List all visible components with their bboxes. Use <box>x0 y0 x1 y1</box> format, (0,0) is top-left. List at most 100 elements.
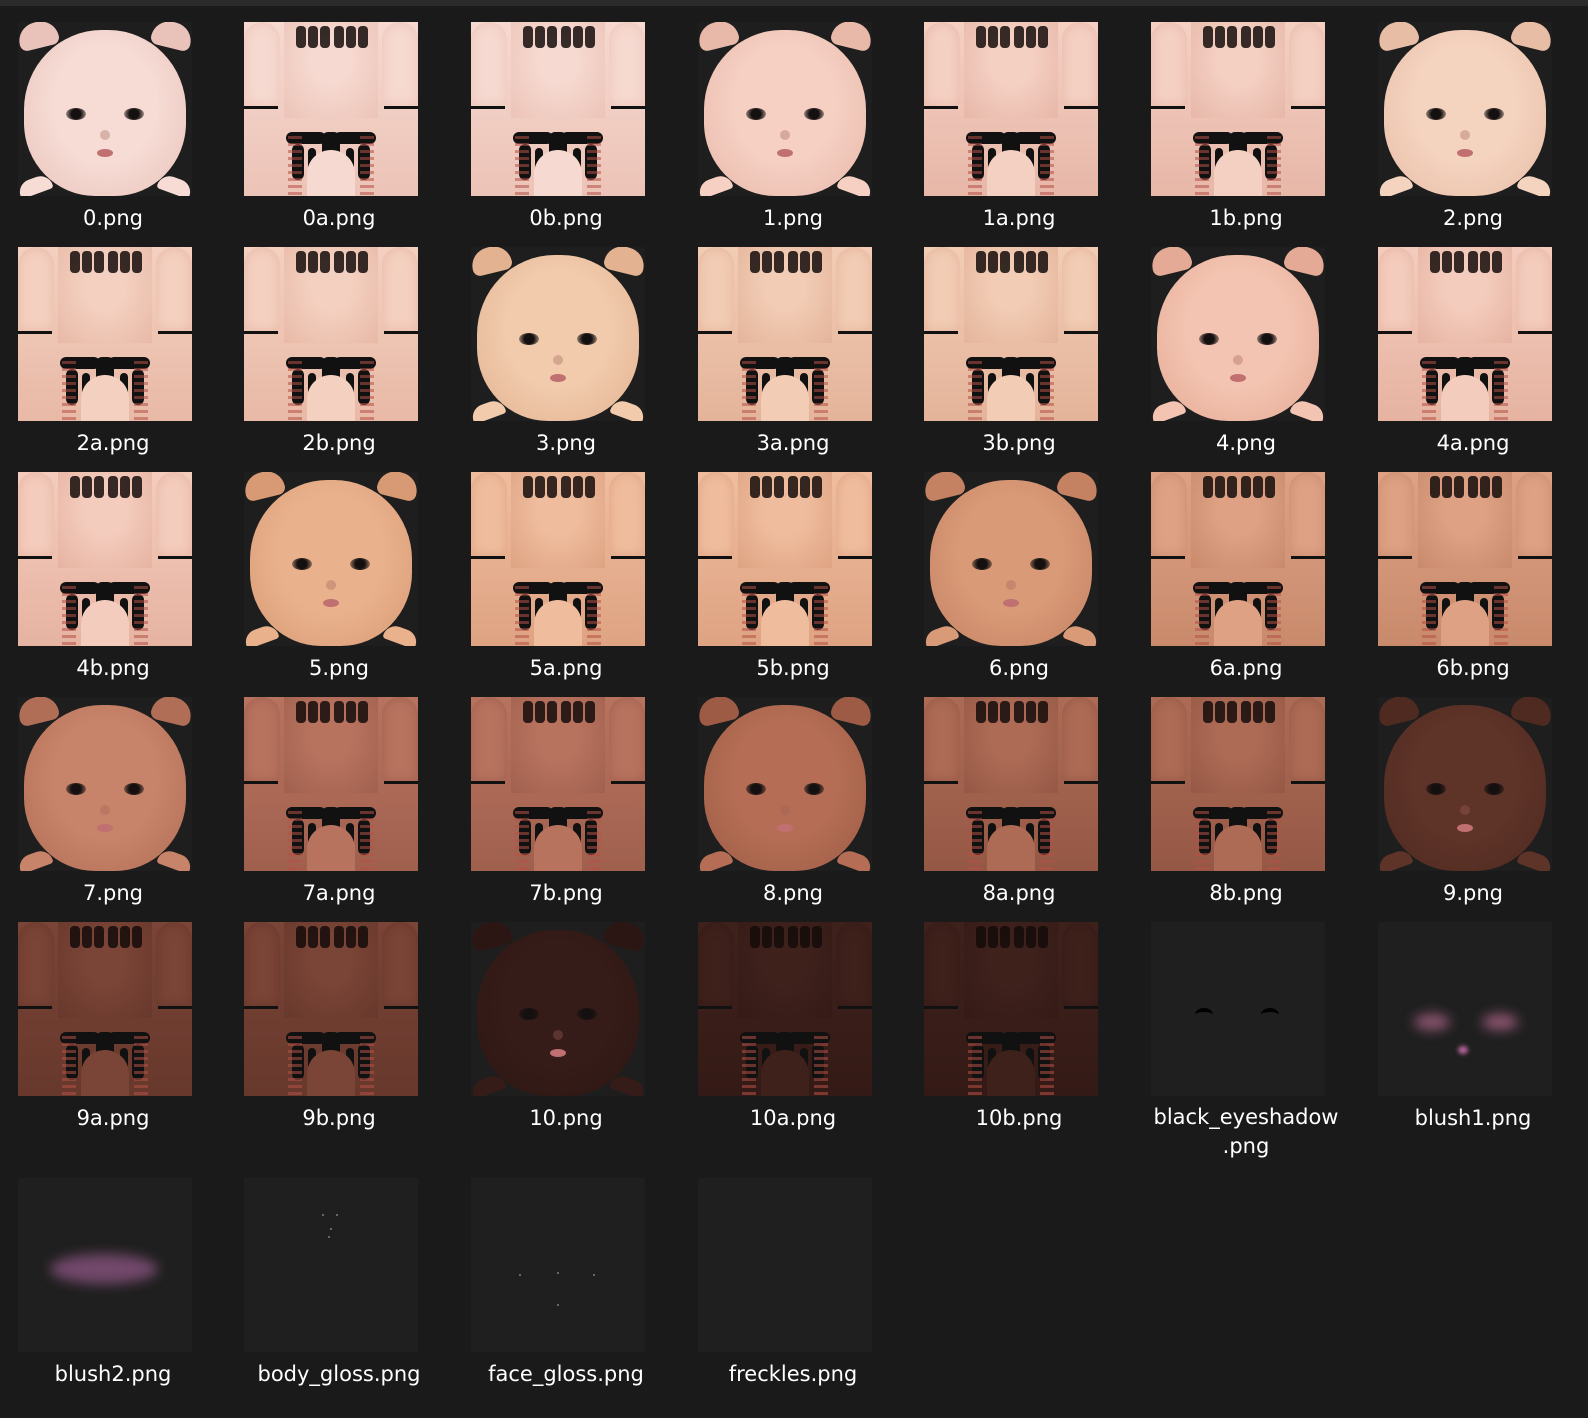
file-thumbnail[interactable] <box>18 472 192 646</box>
file-name[interactable]: 6b.png <box>1360 653 1586 683</box>
file-thumbnail[interactable] <box>924 247 1098 421</box>
file-thumbnail[interactable] <box>698 697 872 871</box>
file-item[interactable]: blush2.png <box>0 0 226 1418</box>
file-item[interactable]: 6.png <box>906 0 1132 1418</box>
file-name[interactable]: freckles.png <box>680 1359 906 1389</box>
file-item[interactable]: blush1.png <box>1360 0 1586 1418</box>
file-thumbnail[interactable] <box>1151 22 1325 196</box>
file-item[interactable]: 8.png <box>680 0 906 1418</box>
file-thumbnail[interactable] <box>471 1178 645 1352</box>
file-item[interactable]: 6a.png <box>1133 0 1359 1418</box>
file-name[interactable]: 5b.png <box>680 653 906 683</box>
file-thumbnail[interactable] <box>1151 472 1325 646</box>
file-name[interactable]: 10a.png <box>680 1103 906 1133</box>
file-thumbnail[interactable] <box>1378 22 1552 196</box>
file-item[interactable]: 7b.png <box>453 0 679 1418</box>
file-item[interactable]: 2b.png <box>226 0 452 1418</box>
file-thumbnail[interactable] <box>471 472 645 646</box>
file-name[interactable]: 4.png <box>1133 428 1359 458</box>
file-name[interactable]: 1a.png <box>906 203 1132 233</box>
file-thumbnail[interactable] <box>1378 472 1552 646</box>
file-thumbnail[interactable] <box>698 247 872 421</box>
file-thumbnail[interactable] <box>471 247 645 421</box>
file-thumbnail[interactable] <box>1378 247 1552 421</box>
file-item[interactable]: 8b.png <box>1133 0 1359 1418</box>
file-name[interactable]: 5a.png <box>453 653 679 683</box>
file-name[interactable]: 0a.png <box>226 203 452 233</box>
file-item[interactable]: 6b.png <box>1360 0 1586 1418</box>
file-thumbnail[interactable] <box>18 922 192 1096</box>
file-thumbnail[interactable] <box>698 922 872 1096</box>
file-thumbnail[interactable] <box>244 472 418 646</box>
file-name[interactable]: 3.png <box>453 428 679 458</box>
file-item[interactable]: freckles.png <box>680 0 906 1418</box>
file-item[interactable]: 2.png <box>1360 0 1586 1418</box>
file-item[interactable]: 10b.png <box>906 0 1132 1418</box>
file-thumbnail[interactable] <box>1151 697 1325 871</box>
file-thumbnail[interactable] <box>18 22 192 196</box>
file-thumbnail[interactable] <box>698 22 872 196</box>
file-item[interactable]: 4a.png <box>1360 0 1586 1418</box>
file-item[interactable]: 10a.png <box>680 0 906 1418</box>
file-name[interactable]: 1b.png <box>1133 203 1359 233</box>
file-item[interactable]: 3a.png <box>680 0 906 1418</box>
file-item[interactable]: 10.png <box>453 0 679 1418</box>
file-item[interactable]: 7.png <box>0 0 226 1418</box>
file-item[interactable]: 4.png <box>1133 0 1359 1418</box>
file-name[interactable]: 8b.png <box>1133 878 1359 908</box>
file-item[interactable]: 9b.png <box>226 0 452 1418</box>
file-name[interactable]: 4a.png <box>1360 428 1586 458</box>
file-thumbnail[interactable] <box>244 922 418 1096</box>
file-item[interactable]: 5.png <box>226 0 452 1418</box>
file-name[interactable]: 10b.png <box>906 1103 1132 1133</box>
file-thumbnail[interactable] <box>471 922 645 1096</box>
file-item[interactable]: 0b.png <box>453 0 679 1418</box>
file-name[interactable]: 10.png <box>453 1103 679 1133</box>
file-item[interactable]: face_gloss.png <box>453 0 679 1418</box>
file-item[interactable]: body_gloss.png <box>226 0 452 1418</box>
file-thumbnail[interactable] <box>924 697 1098 871</box>
file-thumbnail[interactable] <box>1151 247 1325 421</box>
file-name[interactable]: 9b.png <box>226 1103 452 1133</box>
file-thumbnail[interactable] <box>1378 922 1552 1096</box>
file-item[interactable]: 0.png <box>0 0 226 1418</box>
file-thumbnail[interactable] <box>924 472 1098 646</box>
file-thumbnail[interactable] <box>924 922 1098 1096</box>
file-name[interactable]: 4b.png <box>0 653 226 683</box>
file-name[interactable]: 3b.png <box>906 428 1132 458</box>
file-name[interactable]: body_gloss.png <box>226 1359 452 1389</box>
file-item[interactable]: 2a.png <box>0 0 226 1418</box>
file-thumbnail[interactable] <box>1378 697 1552 871</box>
file-name[interactable]: 7a.png <box>226 878 452 908</box>
file-name[interactable]: 6a.png <box>1133 653 1359 683</box>
file-name[interactable]: 7b.png <box>453 878 679 908</box>
file-item[interactable]: 5b.png <box>680 0 906 1418</box>
file-thumbnail[interactable] <box>1151 922 1325 1096</box>
file-name[interactable]: 9.png <box>1360 878 1586 908</box>
file-name[interactable]: 8a.png <box>906 878 1132 908</box>
file-name[interactable]: 0b.png <box>453 203 679 233</box>
file-name[interactable]: 2a.png <box>0 428 226 458</box>
file-item[interactable]: 9.png <box>1360 0 1586 1418</box>
file-name[interactable]: black_eyeshadow .png <box>1133 1103 1359 1161</box>
file-thumbnail[interactable] <box>244 247 418 421</box>
file-item[interactable]: 1b.png <box>1133 0 1359 1418</box>
file-item[interactable]: 0a.png <box>226 0 452 1418</box>
file-item[interactable]: 1a.png <box>906 0 1132 1418</box>
file-thumbnail[interactable] <box>18 1178 192 1352</box>
file-thumbnail[interactable] <box>244 22 418 196</box>
file-thumbnail[interactable] <box>924 22 1098 196</box>
file-item[interactable]: black_eyeshadow .png <box>1133 0 1359 1418</box>
file-name[interactable]: 1.png <box>680 203 906 233</box>
file-item[interactable]: 8a.png <box>906 0 1132 1418</box>
file-name[interactable]: 2.png <box>1360 203 1586 233</box>
file-thumbnail[interactable] <box>244 697 418 871</box>
file-thumbnail[interactable] <box>471 697 645 871</box>
file-thumbnail[interactable] <box>698 1178 872 1352</box>
file-item[interactable]: 1.png <box>680 0 906 1418</box>
file-thumbnail[interactable] <box>698 472 872 646</box>
file-item[interactable]: 9a.png <box>0 0 226 1418</box>
file-name[interactable]: 3a.png <box>680 428 906 458</box>
file-item[interactable]: 3b.png <box>906 0 1132 1418</box>
file-name[interactable]: blush1.png <box>1360 1103 1586 1133</box>
